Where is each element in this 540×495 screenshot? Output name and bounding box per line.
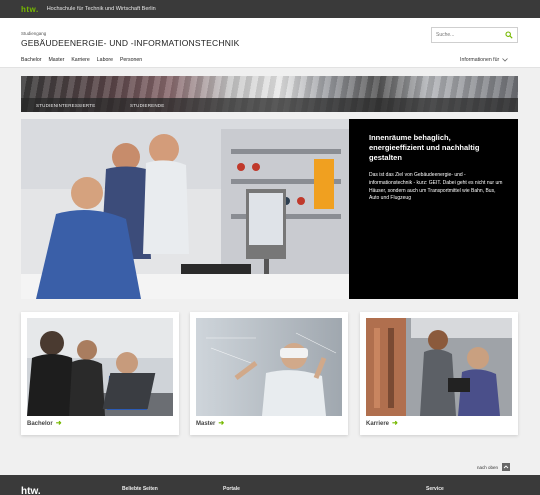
hero-teaser: Innenräume behaglich, energieeffizient u… bbox=[21, 119, 518, 299]
nav-item-bachelor[interactable]: Bachelor bbox=[21, 57, 41, 63]
nav-item-personen[interactable]: Personen bbox=[120, 57, 142, 63]
program-kicker: Studiengang bbox=[21, 31, 47, 36]
arrow-right-icon: ➜ bbox=[55, 420, 62, 427]
footer-heading-service: Service bbox=[426, 486, 444, 492]
search-input[interactable] bbox=[432, 32, 502, 38]
footer-heading-beliebte-seiten: Beliebte Seiten bbox=[122, 486, 158, 492]
site-header: Studiengang GEBÄUDEENERGIE- UND -INFORMA… bbox=[0, 18, 540, 68]
nav-item-karriere[interactable]: Karriere bbox=[71, 57, 89, 63]
card-master-label: Master bbox=[196, 421, 216, 427]
banner-link-studierende[interactable]: STUDIERENDE bbox=[130, 103, 164, 108]
card-bachelor-caption[interactable]: Bachelor ➜ bbox=[27, 420, 62, 427]
footer-heading-portale: Portale bbox=[223, 486, 240, 492]
card-bachelor[interactable]: Bachelor ➜ bbox=[21, 312, 179, 435]
nav-item-master[interactable]: Master bbox=[48, 57, 64, 63]
chevron-down-icon bbox=[502, 58, 509, 62]
card-master-caption[interactable]: Master ➜ bbox=[196, 420, 225, 427]
arrow-right-icon: ➜ bbox=[218, 420, 225, 427]
audience-banner: STUDIENINTERESSIERTE STUDIERENDE bbox=[21, 76, 518, 112]
card-master[interactable]: Master ➜ bbox=[190, 312, 348, 435]
back-to-top-label: nach oben bbox=[477, 464, 499, 470]
banner-bar bbox=[21, 98, 518, 112]
card-master-image bbox=[196, 318, 342, 416]
card-karriere-label: Karriere bbox=[366, 421, 390, 427]
back-to-top[interactable]: nach oben bbox=[477, 463, 511, 471]
info-for-dropdown[interactable]: Informationen für bbox=[460, 57, 509, 63]
hero-text: Innenräume behaglich, energieeffizient u… bbox=[369, 133, 504, 203]
search-box[interactable] bbox=[431, 27, 518, 43]
card-bachelor-image bbox=[27, 318, 173, 416]
main-nav: Bachelor Master Karriere Labore Personen bbox=[21, 57, 142, 63]
card-bachelor-label: Bachelor bbox=[27, 421, 53, 427]
arrow-up-icon bbox=[502, 463, 511, 471]
htw-logo[interactable]: htw. bbox=[21, 5, 39, 14]
footer-logo[interactable]: htw. bbox=[21, 486, 41, 495]
banner-link-studieninteressierte[interactable]: STUDIENINTERESSIERTE bbox=[36, 103, 95, 108]
institution-name[interactable]: Hochschule für Technik und Wirtschaft Be… bbox=[47, 6, 156, 12]
lab-scene-image bbox=[21, 119, 349, 299]
arrow-right-icon: ➜ bbox=[392, 420, 398, 427]
info-for-label: Informationen für bbox=[460, 57, 500, 63]
hero-photo bbox=[21, 119, 349, 299]
card-karriere-image bbox=[366, 318, 512, 416]
search-icon[interactable] bbox=[505, 31, 513, 39]
card-karriere[interactable]: Karriere ➜ bbox=[360, 312, 518, 435]
page-title[interactable]: GEBÄUDEENERGIE- UND -INFORMATIONSTECHNIK bbox=[21, 38, 239, 48]
nav-item-labore[interactable]: Labore bbox=[97, 57, 113, 63]
card-karriere-caption[interactable]: Karriere ➜ bbox=[366, 420, 398, 427]
top-bar: htw. Hochschule für Technik und Wirtscha… bbox=[0, 0, 540, 18]
hero-body: Das ist das Ziel von Gebäudeenergie- und… bbox=[369, 172, 503, 202]
site-footer: htw. Beliebte Seiten Portale Service bbox=[0, 475, 540, 495]
hero-headline: Innenräume behaglich, energieeffizient u… bbox=[369, 133, 480, 162]
